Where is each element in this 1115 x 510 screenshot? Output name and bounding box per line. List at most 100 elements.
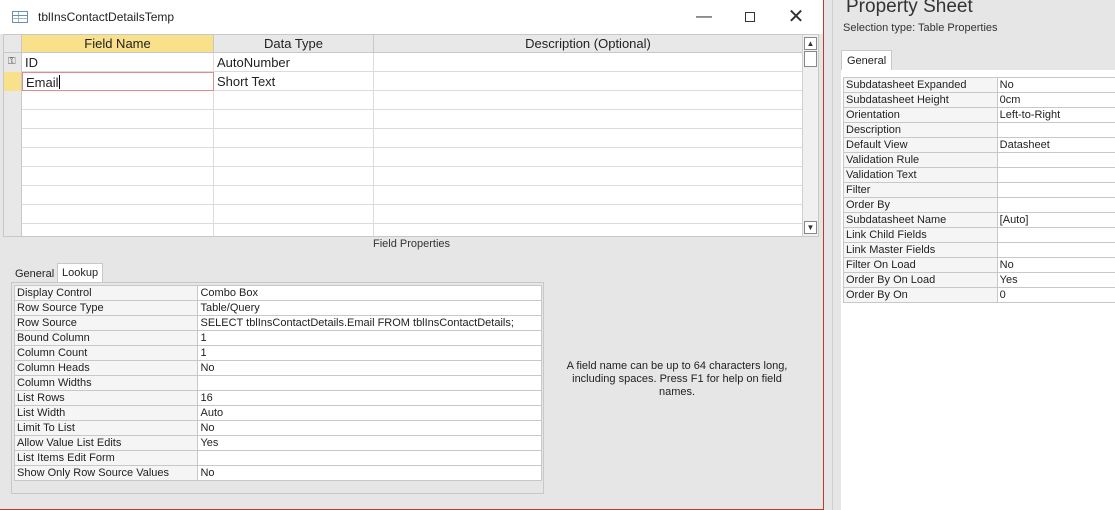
data-type-cell[interactable] [214,129,374,148]
property-row[interactable]: Subdatasheet Height 0cm [843,92,1115,108]
field-name-cell[interactable] [22,91,214,110]
property-row[interactable]: Description [843,122,1115,138]
property-row[interactable]: Row Source Type Table/Query [13,300,542,316]
description-cell[interactable] [374,53,803,72]
property-row[interactable]: Column Count 1 [13,345,542,361]
property-row[interactable]: Limit To List No [13,420,542,436]
field-name-cell[interactable] [22,205,214,224]
row-selector[interactable] [4,110,22,129]
description-header[interactable]: Description (Optional) [374,35,803,53]
empty-row[interactable] [4,205,803,224]
row-selector[interactable] [4,205,22,224]
scroll-up-icon[interactable]: ▲ [804,37,817,50]
property-value[interactable]: Combo Box [197,285,542,301]
property-value[interactable]: Table/Query [197,300,542,316]
property-value[interactable] [996,167,1115,183]
property-sheet-tab-general[interactable]: General [841,50,893,71]
data-type-header[interactable]: Data Type [214,35,374,53]
property-value[interactable] [197,375,542,391]
data-type-cell[interactable]: Short Text [214,72,374,91]
pane-divider[interactable] [832,0,833,510]
description-cell[interactable] [374,167,803,186]
property-row[interactable]: Subdatasheet Name [Auto] [843,212,1115,228]
property-value[interactable]: Yes [996,272,1115,288]
data-type-cell[interactable] [214,148,374,167]
property-row[interactable]: Link Child Fields [843,227,1115,243]
field-name-header[interactable]: Field Name [22,35,214,53]
property-value[interactable] [996,182,1115,198]
property-row[interactable]: Link Master Fields [843,242,1115,258]
row-selector[interactable] [4,72,22,91]
property-row[interactable]: Display Control Combo Box [13,285,542,301]
data-type-cell[interactable] [214,110,374,129]
property-row[interactable]: Row Source SELECT tblInsContactDetails.Em… [13,315,542,331]
property-row[interactable]: Orientation Left-to-Right [843,107,1115,123]
row-selector[interactable] [4,186,22,205]
property-row[interactable]: Validation Text [843,167,1115,183]
row-selector-header[interactable] [4,35,22,53]
data-type-cell[interactable] [214,224,374,236]
data-type-cell[interactable]: AutoNumber [214,53,374,72]
property-row[interactable]: Filter [843,182,1115,198]
vertical-scrollbar[interactable]: ▲ ▼ [802,35,818,236]
description-cell[interactable] [374,186,803,205]
tab-lookup[interactable]: Lookup [57,263,104,282]
property-value[interactable]: 0cm [996,92,1115,108]
empty-row[interactable] [4,148,803,167]
property-row[interactable]: Subdatasheet Expanded No [843,77,1115,93]
field-row[interactable]: ⚿ ID AutoNumber [4,53,803,72]
property-row[interactable]: Filter On Load No [843,257,1115,273]
close-button[interactable]: ✕ [776,4,816,30]
row-selector[interactable] [4,167,22,186]
property-value[interactable] [996,122,1115,138]
data-type-cell[interactable] [214,91,374,110]
property-value[interactable]: No [996,77,1115,93]
property-value[interactable]: 0 [996,287,1115,303]
empty-row[interactable] [4,91,803,110]
property-value[interactable] [996,152,1115,168]
description-cell[interactable] [374,148,803,167]
property-value[interactable]: SELECT tblInsContactDetails.Email FROM t… [197,315,542,331]
field-name-cell[interactable] [22,167,214,186]
property-row[interactable]: List Width Auto [13,405,542,421]
property-row[interactable]: Validation Rule [843,152,1115,168]
field-row[interactable]: Email Short Text [4,72,803,91]
property-value[interactable]: No [197,420,542,436]
row-selector[interactable] [4,224,22,236]
scroll-down-icon[interactable]: ▼ [804,221,817,234]
property-row[interactable]: Order By On Load Yes [843,272,1115,288]
property-row[interactable]: Default View Datasheet [843,137,1115,153]
property-value[interactable]: No [197,360,542,376]
property-value[interactable]: 1 [197,330,542,346]
property-value[interactable]: Auto [197,405,542,421]
property-value[interactable]: Datasheet [996,137,1115,153]
property-value[interactable]: Yes [197,435,542,451]
row-selector[interactable]: ⚿ [4,53,22,72]
minimize-button[interactable]: — [684,4,724,30]
data-type-cell[interactable] [214,186,374,205]
property-row[interactable]: List Items Edit Form [13,450,542,466]
maximize-button[interactable] [730,4,770,30]
description-cell[interactable] [374,224,803,236]
field-name-cell[interactable] [22,186,214,205]
field-name-cell[interactable]: Email [22,72,214,91]
property-value[interactable]: No [996,257,1115,273]
property-row[interactable]: List Rows 16 [13,390,542,406]
data-type-cell[interactable] [214,167,374,186]
property-row[interactable]: Column Heads No [13,360,542,376]
property-value[interactable] [197,450,542,466]
scrollbar-thumb[interactable] [804,51,817,67]
field-name-cell[interactable]: ID [22,53,214,72]
property-row[interactable]: Column Widths [13,375,542,391]
field-name-cell[interactable] [22,148,214,167]
property-value[interactable]: Left-to-Right [996,107,1115,123]
empty-row[interactable] [4,224,803,236]
property-row[interactable]: Order By [843,197,1115,213]
description-cell[interactable] [374,91,803,110]
empty-row[interactable] [4,186,803,205]
property-value[interactable]: 16 [197,390,542,406]
row-selector[interactable] [4,129,22,148]
description-cell[interactable] [374,205,803,224]
field-name-cell[interactable] [22,224,214,236]
description-cell[interactable] [374,72,803,91]
